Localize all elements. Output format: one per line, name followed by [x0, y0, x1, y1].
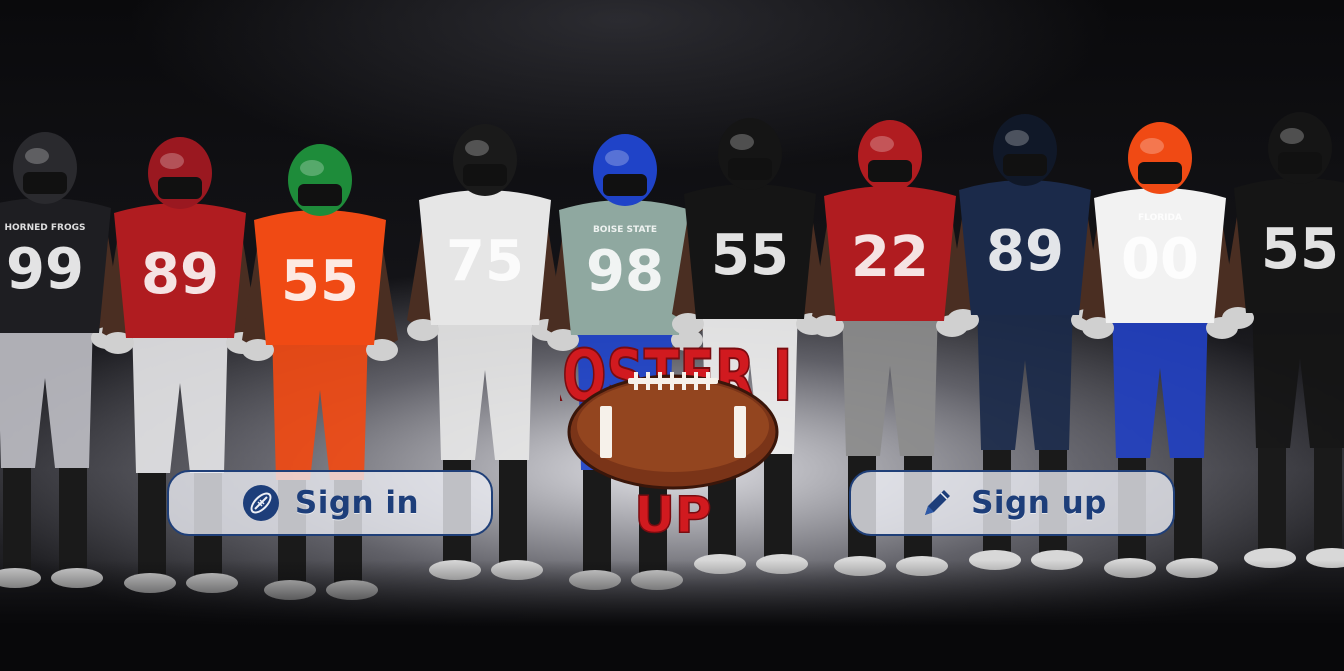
sign-in-label: Sign in — [294, 485, 420, 521]
jersey-number: 55 — [1261, 217, 1339, 282]
logo-text-bottom: UP — [634, 486, 711, 544]
jersey-team-text: BOISE STATE — [593, 225, 657, 235]
jersey-number: 55 — [711, 223, 789, 288]
field-floor — [0, 560, 1344, 671]
jersey-number: 89 — [141, 242, 219, 307]
jersey-number: 89 — [986, 219, 1064, 284]
pencil-icon — [925, 490, 951, 515]
jersey-number: 99 — [6, 237, 84, 302]
jersey-team-text: FLORIDA — [1138, 213, 1182, 223]
hero-background: 99 HORNED FROGS 89 55 75 98 BOISE STATE 55 22 89 0… — [0, 0, 1344, 671]
jersey-number: 00 — [1121, 227, 1199, 292]
roster-it-up-logo: ROSTER IT UP — [560, 334, 790, 544]
jersey-number: 75 — [446, 229, 524, 294]
football-icon — [242, 485, 279, 521]
jersey-number: 98 — [586, 239, 664, 304]
player-figure: 55 — [1222, 112, 1344, 568]
sign-up-label: Sign up — [971, 485, 1107, 521]
jersey-team-text: HORNED FROGS — [5, 223, 86, 233]
sign-up-button[interactable]: Sign up — [849, 470, 1175, 536]
jersey-number: 55 — [281, 249, 359, 314]
sign-in-button[interactable]: Sign in — [167, 470, 493, 536]
player-figure: 99 HORNED FROGS — [0, 132, 123, 588]
jersey-number: 22 — [851, 225, 929, 290]
